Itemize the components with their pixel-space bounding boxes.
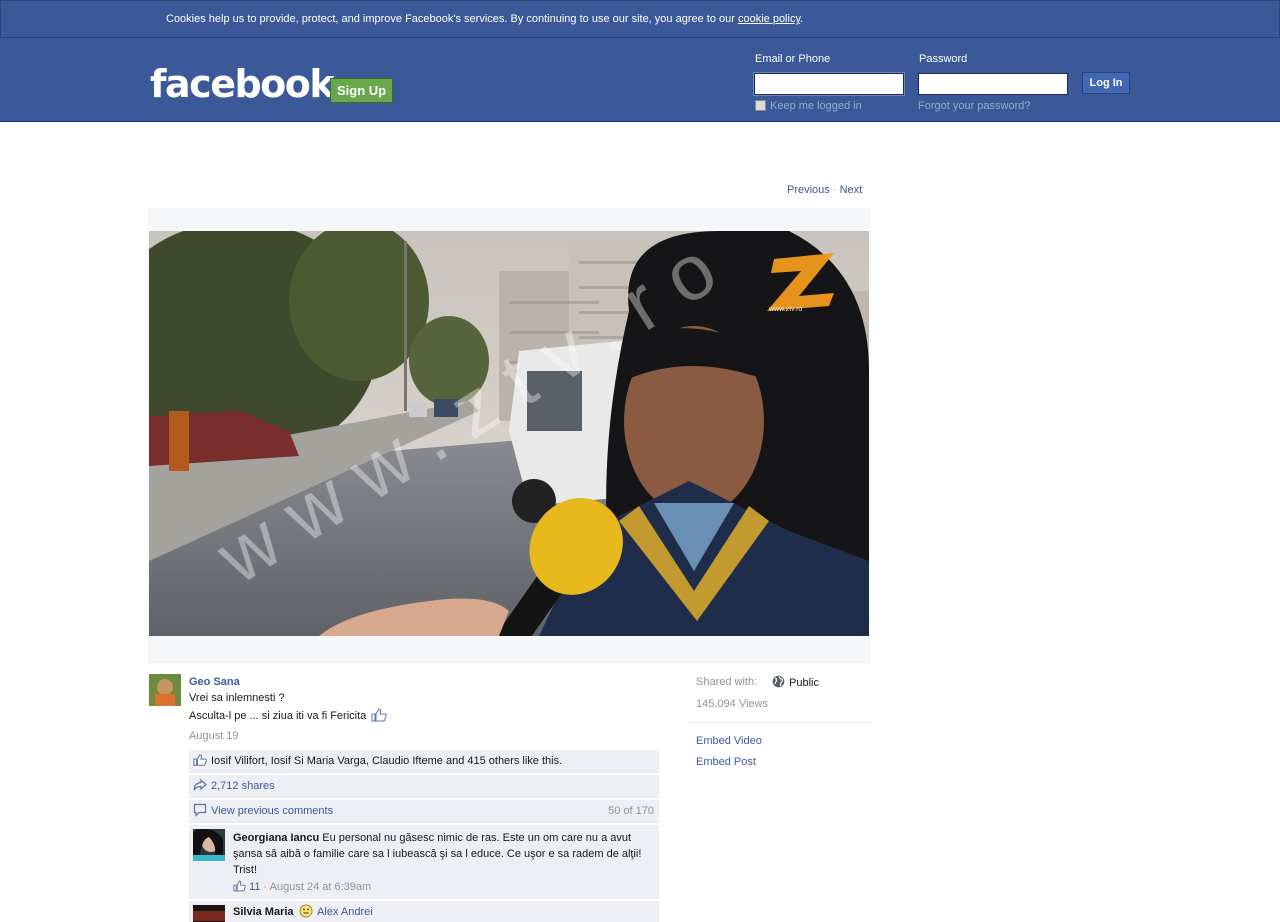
poster-name[interactable]: Geo Sana xyxy=(189,676,240,688)
cookie-notice: Cookies help us to provide, protect, and… xyxy=(166,13,803,25)
commenter-avatar[interactable] xyxy=(193,905,225,922)
next-link[interactable]: Next xyxy=(840,184,863,196)
smiley-icon xyxy=(299,904,313,918)
cookie-policy-link[interactable]: cookie policy xyxy=(738,13,800,25)
email-label: Email or Phone xyxy=(755,53,831,65)
view-count: 145,094 Views xyxy=(696,698,768,710)
shares-summary: 2,712 shares xyxy=(189,775,659,798)
post-message-line-2-text: Asculta-l pe ... si ziua iti va fi Feric… xyxy=(189,710,367,722)
privacy-label: Public xyxy=(789,677,819,689)
comment-meta: 11 · August 24 at 6:39am xyxy=(233,880,371,893)
commenter-avatar[interactable] xyxy=(193,829,225,861)
sign-up-button[interactable]: Sign Up xyxy=(330,78,394,103)
cookie-notice-suffix: . xyxy=(800,13,804,25)
likes-text[interactable]: Iosif Vilifort, Iosif Si Maria Varga, Cl… xyxy=(211,755,562,767)
keep-logged-in[interactable]: Keep me logged in xyxy=(755,100,862,112)
view-previous-comments-link[interactable]: View previous comments xyxy=(211,805,333,817)
cookie-notice-text: Cookies help us to provide, protect, and… xyxy=(166,13,738,25)
keep-logged-in-checkbox[interactable] xyxy=(755,100,766,111)
sidebar-divider xyxy=(689,722,871,723)
embed-post-link[interactable]: Embed Post xyxy=(696,756,756,768)
comment-count: 50 of 170 xyxy=(608,805,654,817)
share-arrow-icon xyxy=(193,778,207,791)
ztv-logo-site: www.ztv.ro xyxy=(768,306,802,313)
comment-like-count[interactable]: 11 xyxy=(249,881,260,893)
like-emoticon-icon xyxy=(371,708,387,722)
post-timestamp[interactable]: August 19 xyxy=(189,730,239,742)
thumbs-up-icon xyxy=(233,880,246,892)
forgot-password-link[interactable]: Forgot your password? xyxy=(918,100,1031,112)
password-field[interactable] xyxy=(918,73,1068,95)
comment-body: Georgiana Iancu Eu personal nu găsesc ni… xyxy=(233,830,653,878)
comment-timestamp[interactable]: · August 24 at 6:39am xyxy=(260,881,372,893)
video-player[interactable]: www.ztv.ro www.ztv.ro xyxy=(149,231,869,636)
embed-video-link[interactable]: Embed Video xyxy=(696,735,762,747)
view-previous-comments-row: View previous comments 50 of 170 xyxy=(189,800,659,823)
shares-link[interactable]: 2,712 shares xyxy=(211,780,275,792)
cookie-banner: Cookies help us to provide, protect, and… xyxy=(0,0,1280,38)
comment: Silvia Maria Alex Andrei xyxy=(189,901,659,922)
likes-summary: Iosif Vilifort, Iosif Si Maria Varga, Cl… xyxy=(189,750,659,773)
log-in-button[interactable]: Log In xyxy=(1082,72,1130,94)
shared-with-label: Shared with: xyxy=(696,676,758,688)
top-header: facebook Sign Up Email or Phone Password… xyxy=(0,38,1280,122)
photo-pager: Previous · Next xyxy=(787,184,862,196)
thumbs-up-icon xyxy=(193,754,207,766)
poster-avatar[interactable] xyxy=(149,674,181,706)
facebook-logo[interactable]: facebook xyxy=(150,63,335,105)
comment-body: Silvia Maria Alex Andrei xyxy=(233,904,653,920)
comment-mention[interactable]: Alex Andrei xyxy=(317,906,373,918)
previous-link[interactable]: Previous xyxy=(787,184,830,196)
comment-author[interactable]: Georgiana Iancu xyxy=(233,832,319,844)
post-message-line-2: Asculta-l pe ... si ziua iti va fi Feric… xyxy=(189,708,387,722)
comment-author[interactable]: Silvia Maria xyxy=(233,906,294,918)
comment: Georgiana Iancu Eu personal nu găsesc ni… xyxy=(189,825,659,899)
comment-bubble-icon xyxy=(193,803,207,817)
email-field[interactable] xyxy=(753,72,905,96)
globe-icon xyxy=(772,675,785,688)
pager-separator: · xyxy=(829,184,840,196)
privacy-public: Public xyxy=(772,675,819,689)
keep-logged-in-label: Keep me logged in xyxy=(770,100,862,112)
post-message-line-1: Vrei sa inlemnesti ? xyxy=(189,692,285,704)
video-frame-image: www.ztv.ro www.ztv.ro xyxy=(149,231,869,636)
password-label: Password xyxy=(919,53,968,65)
